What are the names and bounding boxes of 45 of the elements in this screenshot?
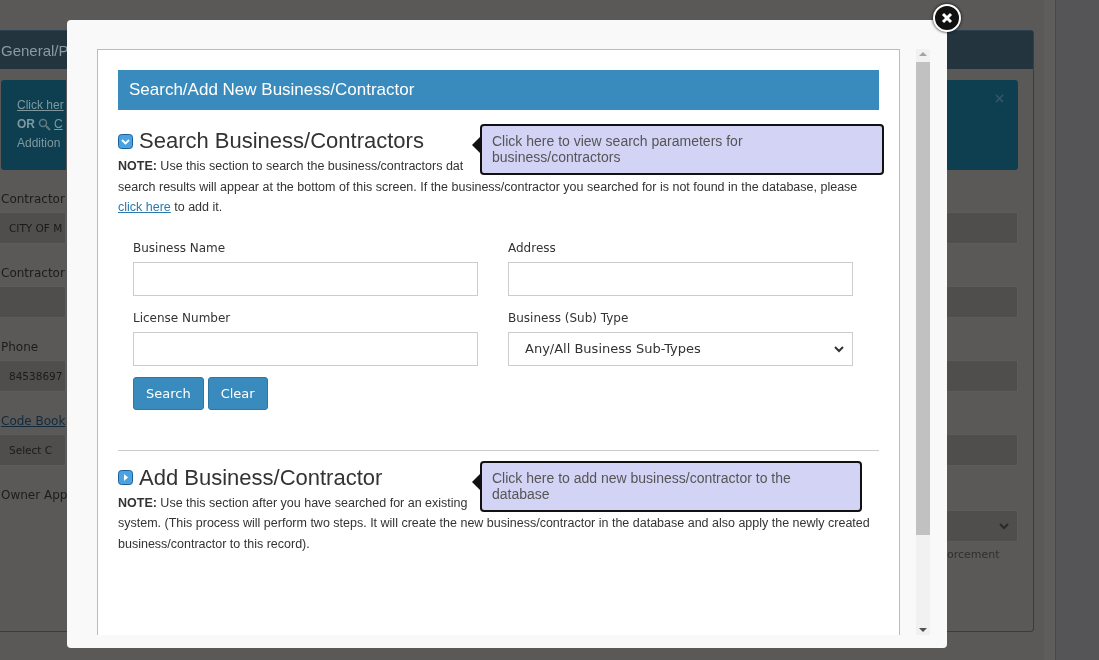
- scrollbar[interactable]: [916, 49, 930, 635]
- input-field[interactable]: [508, 261, 853, 296]
- field-label: Owner App: [1, 488, 66, 502]
- note-text: NOTE: Use this section to search the business/contractors dat: [118, 158, 464, 175]
- or-text: OR: [17, 116, 35, 133]
- tooltip: Click here to view search parameters for business/contractors: [472, 124, 884, 175]
- close-button[interactable]: [933, 4, 961, 32]
- tooltip: Click here to add new business/contractor to the database: [472, 460, 862, 512]
- expand-icon[interactable]: [118, 470, 133, 485]
- text-field[interactable]: [947, 212, 1018, 244]
- close-icon[interactable]: [995, 94, 1004, 103]
- select-field[interactable]: Any/All Business Sub-Types: [508, 331, 853, 366]
- field-label: Phone: [1, 340, 40, 354]
- input-field[interactable]: [133, 261, 478, 296]
- modal-title: Search/Add New Business/Contractor: [129, 80, 415, 100]
- field-label: Contractor: [1, 266, 66, 280]
- collapse-icon[interactable]: [118, 133, 133, 149]
- click-here-link[interactable]: click here: [118, 200, 171, 214]
- search-button[interactable]: Search: [133, 376, 204, 410]
- note-text: search results will appear at the bottom of this screen. If the business/contractor you searched for is not found in the database, please click here to add it.: [118, 178, 859, 216]
- field-label: License Number: [133, 310, 232, 325]
- text-field[interactable]: [947, 286, 1018, 318]
- field-label: Contractor: [1, 192, 66, 206]
- search-icon: [38, 118, 51, 131]
- input-field[interactable]: [133, 331, 478, 366]
- select-field[interactable]: [947, 510, 1018, 542]
- scroll-down-icon[interactable]: [919, 627, 927, 633]
- select-field[interactable]: [947, 434, 1018, 466]
- clear-button[interactable]: Clear: [207, 376, 268, 410]
- text-field[interactable]: [947, 360, 1018, 392]
- note-text: NOTE: Use this section after you have searched for an existing: [118, 494, 468, 512]
- field-label: Business Name: [133, 240, 227, 255]
- scroll-up-icon[interactable]: [919, 51, 927, 57]
- panel-title: General/P: [1, 41, 69, 59]
- info-link[interactable]: C: [54, 115, 63, 134]
- info-text: Addition: [17, 135, 61, 152]
- note-text: system. (This process will perform two steps. It will create the new business/contractor in the database and also apply the newly created business/contractor to this record).: [118, 515, 871, 553]
- field-label: Address: [508, 240, 557, 255]
- text-field[interactable]: [0, 286, 66, 318]
- section-title: Search Business/Contractors: [139, 128, 424, 154]
- info-link[interactable]: Click her: [17, 96, 64, 115]
- field-link[interactable]: Code Book: [1, 414, 66, 428]
- close-icon: [941, 12, 953, 24]
- section-title: Add Business/Contractor: [139, 464, 383, 491]
- field-label: Business (Sub) Type: [508, 310, 630, 325]
